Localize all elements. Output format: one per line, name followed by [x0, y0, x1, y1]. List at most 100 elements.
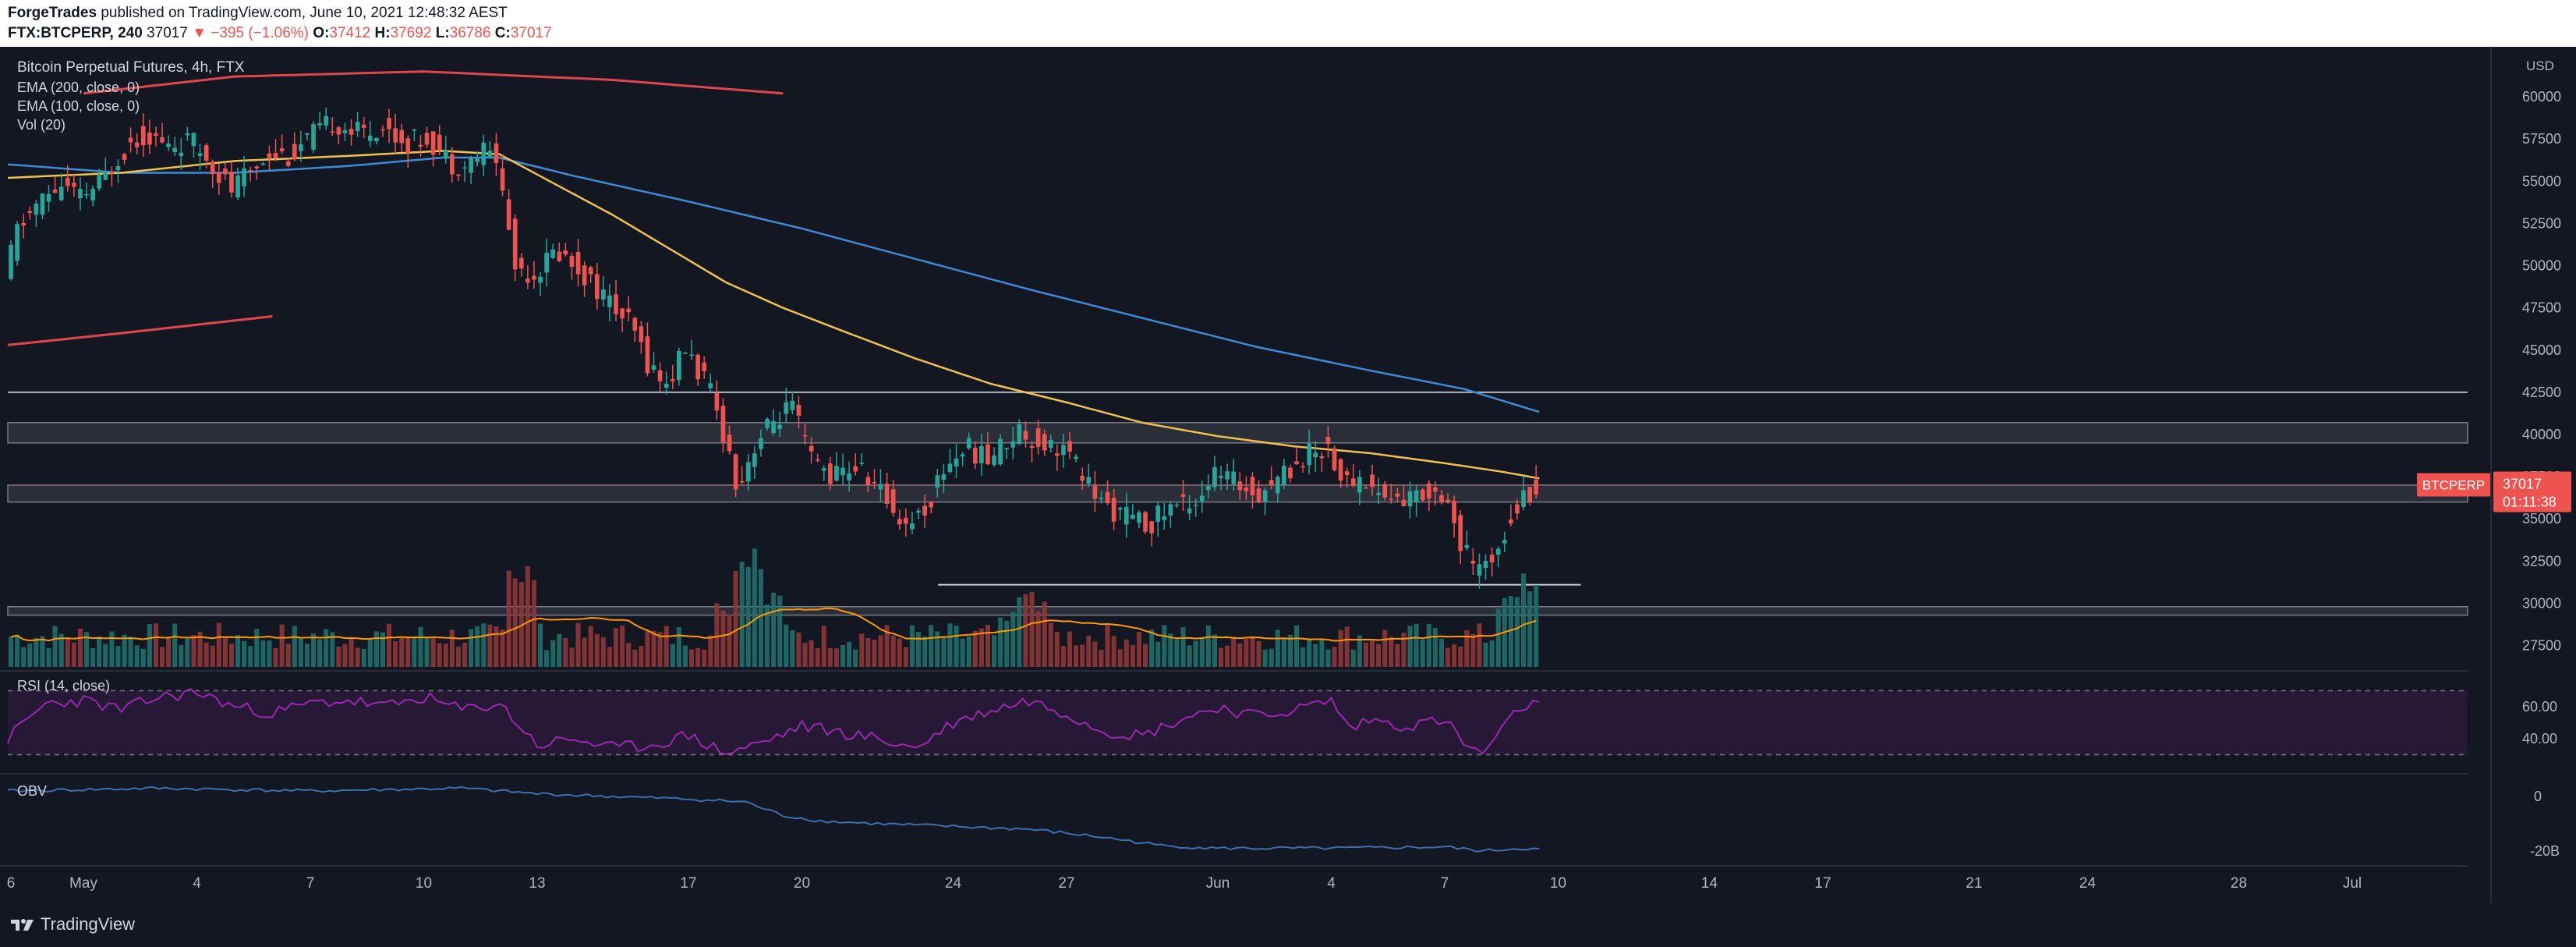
time-tick-label: 4	[193, 875, 201, 892]
volume-bar	[1029, 591, 1035, 667]
chart-svg[interactable]: 60000 57500 55000 52500 50000 47500 45000 42500…	[0, 47, 2576, 903]
volume-bar	[1199, 638, 1205, 667]
legend-ema200: EMA (200, close, 0)	[17, 80, 140, 95]
candle-body	[1212, 466, 1217, 488]
volume-bar	[1477, 623, 1482, 667]
candle-body	[714, 392, 720, 411]
time-tick-label: 17	[1814, 875, 1831, 892]
candle-body	[929, 501, 934, 508]
volume-bar	[727, 614, 732, 667]
candle-body	[1294, 461, 1299, 465]
volume-bar	[827, 647, 833, 667]
candle-body	[998, 438, 1003, 465]
time-tick-label: May	[69, 875, 97, 892]
volume-bar	[840, 644, 846, 667]
volume-bar	[1269, 648, 1274, 667]
volume-bar	[494, 626, 499, 667]
volume-bar	[1262, 649, 1268, 667]
time-tick-label: 7	[1441, 875, 1449, 892]
candle-body	[960, 454, 965, 457]
volume-bar	[285, 644, 291, 667]
volume-bar	[878, 635, 883, 667]
volume-bar	[373, 631, 379, 667]
volume-bar	[809, 640, 814, 667]
volume-bar	[27, 643, 33, 667]
volume-bar	[203, 642, 209, 667]
obv-tick-label: 0	[2534, 789, 2542, 804]
volume-bar	[1426, 623, 1431, 667]
volume-bar	[1325, 649, 1331, 667]
volume-bar	[1534, 584, 1539, 667]
chart-area[interactable]: 60000 57500 55000 52500 50000 47500 45000 42500…	[0, 47, 2576, 907]
volume-bar	[1332, 647, 1337, 667]
volume-bar	[1458, 646, 1463, 667]
volume-bar	[1350, 649, 1356, 667]
low-label: L:	[435, 25, 450, 41]
candle-body	[1483, 561, 1488, 568]
volume-bar	[222, 637, 228, 667]
candle-body	[910, 523, 915, 530]
volume-bar	[1010, 612, 1016, 667]
volume-bar	[865, 637, 871, 667]
volume-bar	[97, 636, 102, 667]
price-tick-label: 55000	[2522, 173, 2561, 189]
candle-body	[1495, 548, 1501, 555]
candle-body	[947, 463, 953, 473]
candle-body	[727, 434, 732, 452]
volume-bar	[1256, 640, 1261, 667]
volume-bar	[1300, 647, 1306, 667]
quote-line: FTX:BTCPERP, 240 37017 ▼ −395 (−1.06%) O…	[8, 25, 552, 42]
volume-bar	[147, 624, 152, 667]
tradingview-logo[interactable]: TradingView	[9, 914, 135, 935]
candle-body	[412, 129, 417, 131]
candle-body	[285, 161, 291, 166]
candle-body	[1470, 560, 1476, 564]
volume-bar	[1086, 635, 1092, 667]
candle-body	[418, 144, 423, 147]
volume-bar	[1187, 645, 1192, 667]
publisher-name[interactable]: ForgeTrades	[8, 5, 97, 21]
candle-body	[620, 308, 625, 319]
candle-body	[140, 126, 146, 146]
volume-bar	[632, 649, 638, 667]
candle-body	[1137, 512, 1141, 523]
candle-body	[1048, 439, 1053, 449]
candle-body	[840, 467, 845, 476]
candle-body	[557, 251, 562, 261]
price-tick-label: 27500	[2522, 638, 2561, 654]
candle-body	[506, 199, 511, 230]
candle-body	[1086, 477, 1092, 484]
volume-bar	[708, 635, 713, 667]
candle-body	[941, 474, 947, 480]
volume-bar	[443, 644, 448, 667]
volume-bar	[1527, 591, 1533, 667]
price-zone	[7, 422, 2468, 444]
candle-body	[1123, 507, 1129, 525]
candle-body	[922, 505, 927, 516]
candle-body	[935, 475, 940, 488]
volume-bar	[500, 629, 505, 667]
volume-bar	[1080, 644, 1085, 667]
high-value: 37692	[390, 25, 432, 41]
price-tick-label: 30000	[2522, 595, 2561, 611]
candle-body	[1288, 467, 1293, 479]
candle-body	[1162, 516, 1167, 520]
candle-body	[1395, 493, 1400, 497]
candle-body	[1439, 495, 1444, 502]
down-arrow-icon: ▼	[192, 25, 207, 41]
candle-body	[1414, 490, 1419, 502]
volume-bar	[449, 630, 455, 667]
volume-bar	[663, 626, 669, 667]
candle-body	[904, 517, 908, 524]
candle-body	[179, 152, 184, 157]
obv-line	[7, 786, 1540, 853]
rsi-legend: RSI (14, close)	[17, 678, 110, 693]
price-tick-label: 47500	[2522, 300, 2561, 316]
volume-bar	[1023, 594, 1028, 667]
candle-body	[481, 142, 487, 165]
candle-body	[330, 131, 335, 133]
volume-bar	[903, 647, 908, 667]
price-zone	[7, 606, 2468, 616]
volume-bar	[1420, 640, 1425, 667]
volume-bar	[758, 569, 763, 667]
